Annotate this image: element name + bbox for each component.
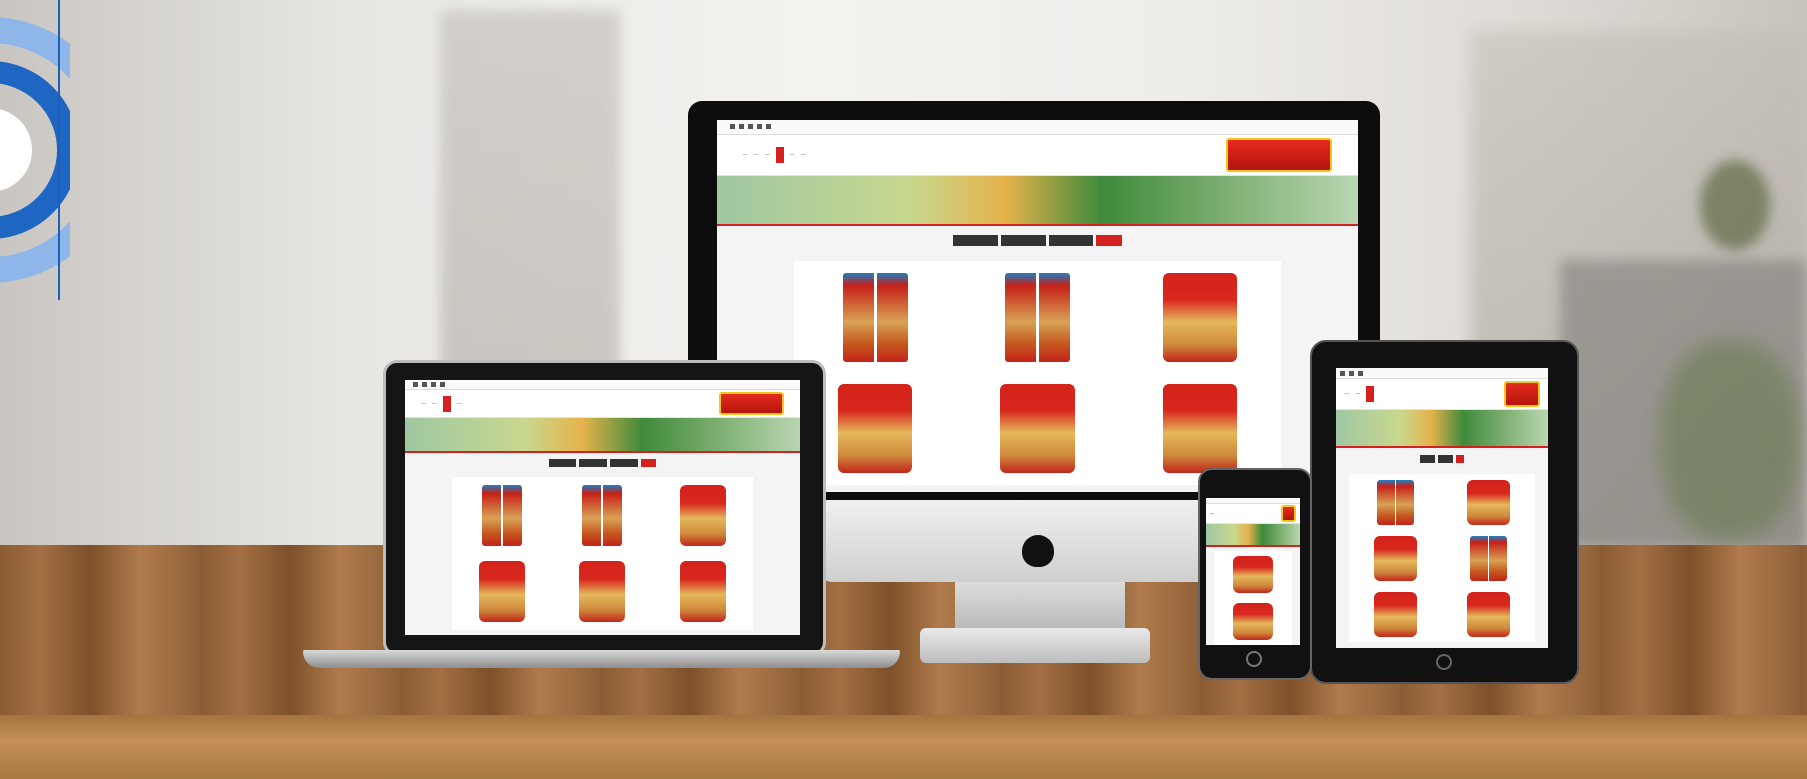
product-pack <box>1005 272 1070 362</box>
site-topbar <box>717 120 1358 135</box>
menu-active-item <box>1366 386 1375 403</box>
website-preview-tablet: — — <box>1336 368 1548 648</box>
product-pack <box>1233 555 1273 594</box>
tablet-screen: — — <box>1336 368 1548 648</box>
product-pack <box>1000 384 1075 474</box>
product-pack <box>1467 479 1511 525</box>
site-logo <box>718 392 785 416</box>
tablet-home-button-icon <box>1436 654 1452 670</box>
site-hero-banner <box>1336 410 1548 449</box>
site-logo <box>1504 381 1540 407</box>
website-preview-phone: — <box>1206 498 1300 645</box>
site-navbar: — <box>1206 503 1300 525</box>
site-menu: — — — <box>421 395 462 412</box>
menu-active-item <box>775 146 784 163</box>
wooden-table-edge <box>0 715 1807 779</box>
site-menu: — <box>1209 510 1215 517</box>
product-filters <box>405 457 800 470</box>
site-navbar: — — <box>1336 379 1548 410</box>
blurred-plant-top <box>1700 160 1770 250</box>
product-pack <box>1469 535 1508 581</box>
product-filters <box>1336 452 1548 466</box>
laptop-base <box>303 650 900 668</box>
product-pack <box>479 561 526 623</box>
product-pack <box>837 384 913 474</box>
product-pack <box>1467 591 1511 637</box>
product-grid <box>793 261 1282 485</box>
site-hero-banner <box>717 175 1358 227</box>
site-topbar <box>1336 368 1548 380</box>
site-topbar <box>405 380 800 391</box>
site-hero-banner <box>405 418 800 454</box>
product-pack <box>482 484 523 546</box>
product-pack <box>679 484 726 546</box>
brand-logo-divider <box>58 0 60 300</box>
product-pack <box>1373 535 1417 581</box>
product-pack <box>842 272 908 362</box>
apple-logo-icon <box>1022 535 1054 567</box>
product-pack <box>1373 591 1417 637</box>
phone-home-button-icon <box>1246 651 1262 667</box>
product-grid <box>1348 474 1536 643</box>
product-pack <box>679 561 726 623</box>
site-logo <box>1280 505 1297 522</box>
phone-screen: — <box>1206 498 1300 645</box>
laptop-screen: — — — <box>405 380 800 635</box>
social-icons <box>412 382 445 388</box>
site-menu: — — <box>1344 386 1375 403</box>
website-preview-laptop: — — — <box>405 380 800 635</box>
site-navbar: — — — <box>405 390 800 419</box>
product-pack <box>1162 384 1238 474</box>
product-pack <box>1376 479 1414 525</box>
product-pack <box>1162 272 1238 362</box>
site-hero-banner <box>1206 524 1300 548</box>
imac-stand-neck <box>955 582 1125 630</box>
blurred-plant-bottom <box>1660 340 1800 540</box>
product-grid <box>452 476 753 630</box>
social-icons <box>729 124 771 130</box>
product-pack <box>579 561 626 623</box>
menu-active-item <box>442 395 451 412</box>
site-navbar: — — — — — <box>717 134 1358 176</box>
imac-stand-foot <box>920 628 1150 663</box>
product-grid <box>1213 550 1293 645</box>
responsive-mockup-scene: — — — — — — — — — — — <box>0 0 1807 779</box>
product-filters <box>717 232 1358 251</box>
social-icons <box>1340 370 1364 376</box>
product-pack <box>1233 602 1273 641</box>
product-pack <box>582 484 623 546</box>
site-menu: — — — — — <box>743 146 806 163</box>
site-logo <box>1226 137 1333 172</box>
